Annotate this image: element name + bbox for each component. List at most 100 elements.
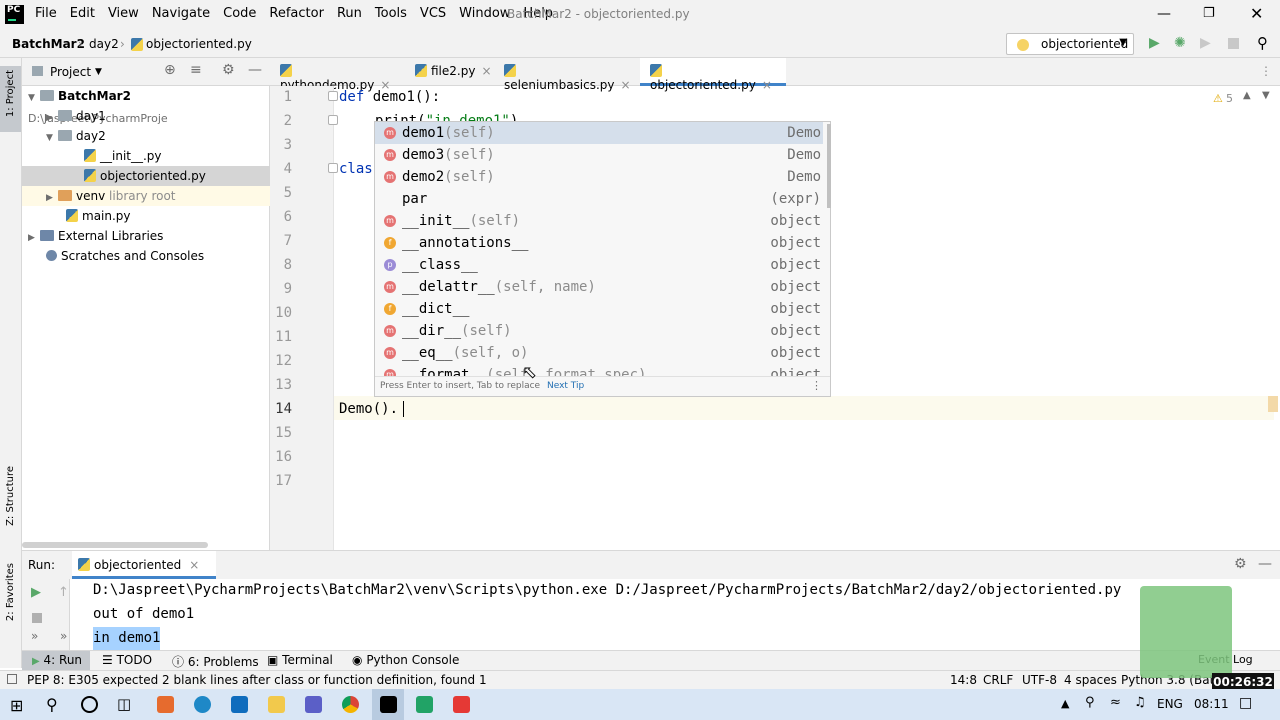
- close-icon[interactable]: ✕: [1250, 4, 1263, 23]
- favorites-tool-tab[interactable]: 2: Favorites: [5, 563, 16, 621]
- tree-item-objectoriented[interactable]: objectoriented.py: [22, 166, 270, 186]
- more-icon[interactable]: »: [60, 629, 67, 643]
- menu-run[interactable]: Run: [337, 6, 362, 21]
- menu-tools[interactable]: Tools: [375, 6, 407, 21]
- more-icon[interactable]: ⋮: [811, 379, 822, 392]
- tab-list-icon[interactable]: ⋮: [1260, 64, 1272, 78]
- close-tab-icon[interactable]: ×: [762, 78, 772, 92]
- coverage-icon[interactable]: ▶: [1200, 35, 1211, 51]
- menu-file[interactable]: File: [35, 6, 57, 21]
- menu-edit[interactable]: Edit: [70, 6, 95, 21]
- menu-vcs[interactable]: VCS: [420, 6, 446, 21]
- tab-pythondemo[interactable]: pythondemo.py ×: [270, 58, 394, 92]
- stop-icon[interactable]: [1228, 38, 1239, 49]
- cortana-icon[interactable]: [81, 696, 98, 713]
- gear-icon[interactable]: ⚙: [1234, 556, 1247, 572]
- more-icon[interactable]: »: [31, 629, 38, 643]
- restore-icon[interactable]: ❐: [1203, 6, 1215, 21]
- menu-code[interactable]: Code: [223, 6, 256, 21]
- close-tab-icon[interactable]: ×: [481, 64, 491, 78]
- tab-objectoriented[interactable]: objectoriented.py ×: [640, 58, 786, 92]
- file-encoding[interactable]: UTF-8: [1022, 673, 1057, 687]
- notification-icon[interactable]: □: [1239, 695, 1252, 711]
- tree-item-day1[interactable]: ▶ day1: [22, 106, 270, 126]
- menu-view[interactable]: View: [108, 6, 139, 21]
- completion-item[interactable]: m demo3(self) Demo: [375, 144, 823, 166]
- completion-item[interactable]: m __format__(self, format_spec) object: [375, 364, 823, 376]
- menu-navigate[interactable]: Navigate: [152, 6, 210, 21]
- chevron-down-icon[interactable]: ▼: [95, 67, 102, 77]
- fold-icon[interactable]: [328, 163, 338, 173]
- close-tab-icon[interactable]: ×: [621, 78, 631, 92]
- line-separator[interactable]: CRLF: [983, 673, 1013, 687]
- completion-item[interactable]: par (expr): [375, 188, 823, 210]
- file-explorer-icon[interactable]: [268, 696, 285, 713]
- chevron-up-icon[interactable]: ▲: [1243, 90, 1251, 101]
- warning-icon[interactable]: ⚠: [1213, 92, 1223, 105]
- edge-icon[interactable]: [194, 696, 211, 713]
- python-console-tool-tab[interactable]: ◉ Python Console: [352, 653, 459, 667]
- horizontal-scrollbar[interactable]: [22, 542, 208, 548]
- tree-item-main[interactable]: main.py: [22, 206, 270, 226]
- tree-item-venv[interactable]: ▶ venv library root: [22, 186, 270, 206]
- chevron-down-icon[interactable]: ▼: [1262, 90, 1270, 101]
- stop-icon[interactable]: [32, 613, 42, 623]
- search-icon[interactable]: ⚲: [46, 695, 58, 714]
- windows-start-icon[interactable]: ⊞: [10, 696, 23, 715]
- completion-item[interactable]: p __class__ object: [375, 254, 823, 276]
- camtasia-icon[interactable]: [416, 696, 433, 713]
- hide-icon[interactable]: —: [248, 62, 262, 78]
- code-line-4[interactable]: clas: [339, 158, 373, 182]
- tree-item-root[interactable]: ▼ BatchMar2 D:\Jaspreet\PycharmProje: [22, 86, 270, 125]
- tab-file2[interactable]: file2.py ×: [405, 58, 495, 86]
- outlook-icon[interactable]: [231, 696, 248, 713]
- tab-seleniumbasics[interactable]: seleniumbasics.py ×: [494, 58, 640, 92]
- hide-icon[interactable]: —: [1258, 556, 1272, 572]
- fold-icon[interactable]: [328, 115, 338, 125]
- menu-refactor[interactable]: Refactor: [269, 6, 324, 21]
- tree-item-day2[interactable]: ▼ day2: [22, 126, 270, 146]
- indent-setting[interactable]: 4 spaces: [1064, 673, 1117, 687]
- completion-item[interactable]: m __eq__(self, o) object: [375, 342, 823, 364]
- code-line-14[interactable]: Demo().: [339, 398, 398, 422]
- structure-tool-tab[interactable]: Z: Structure: [5, 466, 16, 526]
- completion-item[interactable]: m __delattr__(self, name) object: [375, 276, 823, 298]
- collapse-all-icon[interactable]: ≡: [190, 62, 202, 78]
- up-arrow-icon[interactable]: ↑: [58, 585, 69, 600]
- run-icon[interactable]: ▶: [1149, 35, 1160, 51]
- breadcrumb-file[interactable]: objectoriented.py: [146, 37, 252, 51]
- chrome-icon[interactable]: [342, 696, 359, 713]
- menu-window[interactable]: Window: [459, 6, 510, 21]
- next-tip-link[interactable]: Next Tip: [547, 381, 584, 391]
- run-tool-tab[interactable]: ▶ 4: Run: [22, 651, 90, 670]
- run-tab-objectoriented[interactable]: objectoriented ×: [72, 551, 216, 579]
- teams-icon[interactable]: [305, 696, 322, 713]
- tree-item-scratches[interactable]: Scratches and Consoles: [22, 246, 270, 266]
- todo-tool-tab[interactable]: ☰ TODO: [102, 653, 152, 667]
- locate-icon[interactable]: ⊕: [164, 62, 176, 78]
- breadcrumb-day2[interactable]: day2: [89, 37, 119, 51]
- completion-item[interactable]: m demo1(self) Demo: [375, 122, 823, 144]
- volume-icon[interactable]: ♫: [1134, 695, 1146, 710]
- tree-item-init[interactable]: __init__.py: [22, 146, 270, 166]
- completion-item[interactable]: f __annotations__ object: [375, 232, 823, 254]
- breadcrumb-project[interactable]: BatchMar2: [12, 37, 85, 51]
- system-clock[interactable]: 08:11: [1194, 697, 1229, 711]
- close-tab-icon[interactable]: ×: [189, 558, 199, 572]
- location-icon[interactable]: ⚲: [1085, 695, 1095, 710]
- popup-scrollbar[interactable]: [827, 124, 831, 208]
- recorder-icon[interactable]: [453, 696, 470, 713]
- status-toggle-icon[interactable]: [7, 674, 17, 684]
- rerun-icon[interactable]: ▶: [31, 585, 41, 600]
- input-language[interactable]: ENG: [1157, 697, 1183, 711]
- app-icon[interactable]: [157, 696, 174, 713]
- minimize-icon[interactable]: —: [1157, 6, 1171, 22]
- completion-item[interactable]: f __dict__ object: [375, 298, 823, 320]
- completion-item[interactable]: m demo2(self) Demo: [375, 166, 823, 188]
- pycharm-taskbar-item[interactable]: [372, 689, 404, 720]
- project-tool-tab[interactable]: 1: Project: [5, 70, 16, 117]
- completion-item[interactable]: m __init__(self) object: [375, 210, 823, 232]
- code-line-1[interactable]: def demo1():: [339, 86, 440, 110]
- problems-tool-tab[interactable]: ⓘ 6: Problems: [172, 653, 259, 670]
- completion-item[interactable]: m __dir__(self) object: [375, 320, 823, 342]
